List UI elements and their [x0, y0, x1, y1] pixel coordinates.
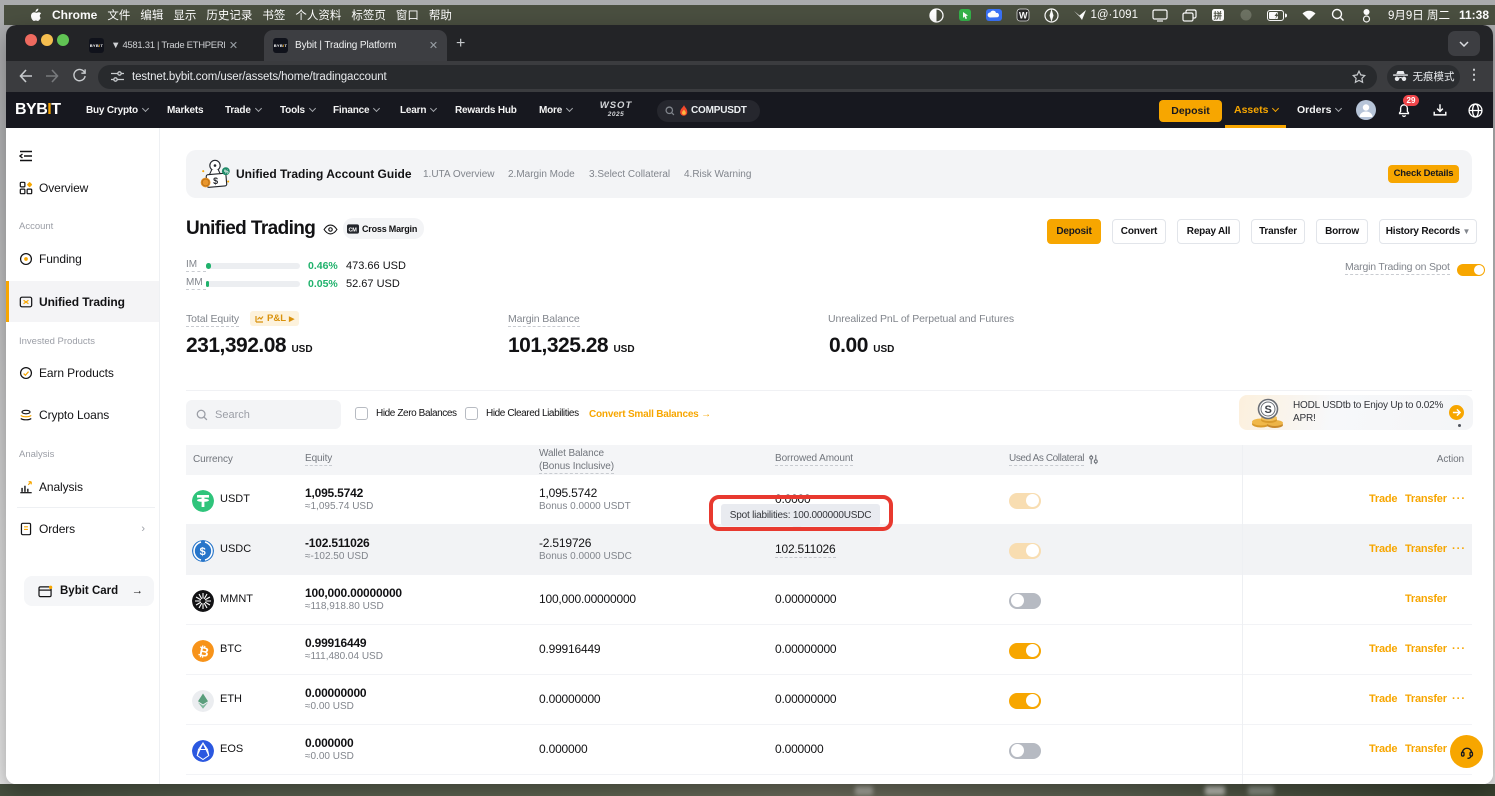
svg-text:CM: CM [348, 227, 357, 233]
svg-text:%: % [224, 169, 229, 175]
svg-text:拼: 拼 [1213, 11, 1222, 21]
svg-text:$: $ [200, 546, 206, 558]
svg-text:S: S [1265, 404, 1272, 416]
svg-text:W: W [1019, 11, 1028, 21]
svg-text:$: $ [213, 175, 218, 185]
